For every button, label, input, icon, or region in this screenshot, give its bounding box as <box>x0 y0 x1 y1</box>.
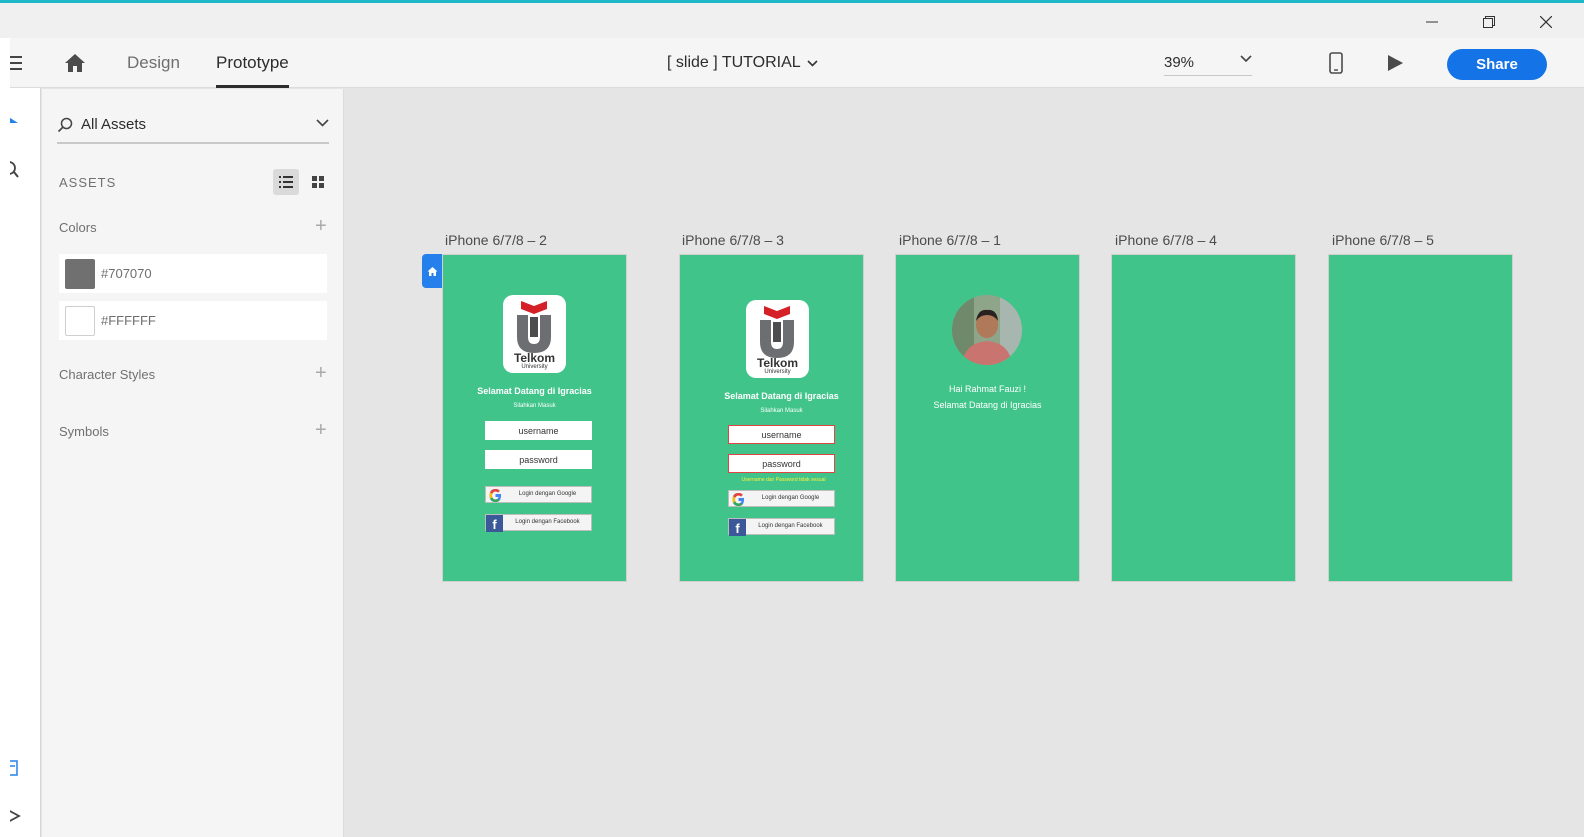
google-icon <box>489 489 502 502</box>
share-button[interactable]: Share <box>1447 49 1547 80</box>
username-field: username <box>728 425 835 444</box>
zoom-select[interactable]: 39% <box>1164 50 1252 76</box>
list-view-icon <box>279 176 293 188</box>
artboard-login[interactable]: Telkom University Selamat Datang di Igra… <box>443 255 626 581</box>
facebook-login-button: f Login dengan Facebook <box>485 514 592 532</box>
google-login-button: Login dengan Google <box>728 490 835 507</box>
username-field: username <box>485 421 592 440</box>
window-titlebar <box>0 0 1584 38</box>
select-arrow-icon <box>10 117 18 123</box>
assets-search-label: All Assets <box>81 116 147 133</box>
window-left-edge <box>0 38 10 837</box>
color-hex-label: #707070 <box>101 266 152 281</box>
facebook-icon: f <box>729 519 746 536</box>
greeting-text: Hai Rahmat Fauzi ! <box>948 384 1027 394</box>
password-field: password <box>728 454 835 473</box>
document-title-dropdown[interactable]: [ slide ] TUTORIAL <box>667 54 818 72</box>
artboard-label[interactable]: iPhone 6/7/8 – 2 <box>445 232 547 248</box>
google-icon <box>732 493 745 506</box>
color-asset-row[interactable]: #707070 <box>59 254 327 293</box>
artboard-label[interactable]: iPhone 6/7/8 – 1 <box>899 232 1001 248</box>
artboard-home[interactable]: Hai Rahmat Fauzi ! Selamat Datang di Igr… <box>896 255 1079 581</box>
artboard-empty[interactable] <box>1112 255 1295 581</box>
artboard-label[interactable]: iPhone 6/7/8 – 4 <box>1115 232 1217 248</box>
artboard-label[interactable]: iPhone 6/7/8 – 5 <box>1332 232 1434 248</box>
minimize-icon <box>1426 21 1438 23</box>
minimize-button[interactable] <box>1409 6 1455 38</box>
device-preview-icon[interactable] <box>1328 52 1344 74</box>
artboard-empty[interactable] <box>1329 255 1512 581</box>
facebook-login-label: Login dengan Facebook <box>515 519 580 525</box>
search-icon <box>57 117 73 133</box>
top-toolbar: Design Prototype [ slide ] TUTORIAL 39% … <box>10 38 1584 88</box>
add-symbol-button[interactable]: + <box>315 420 329 440</box>
grid-view-icon <box>312 176 324 188</box>
logo-subtext: University <box>521 364 548 370</box>
plugins-tool[interactable] <box>10 806 24 826</box>
google-login-button: Login dengan Google <box>485 486 592 503</box>
close-button[interactable] <box>1523 6 1569 38</box>
assets-panel: All Assets ASSETS Colors + #707070 #FFFF <box>42 89 344 837</box>
zoom-value: 39% <box>1164 54 1195 71</box>
assets-icon <box>10 760 18 776</box>
zoom-tool[interactable] <box>10 160 24 180</box>
document-title: [ slide ] TUTORIAL <box>667 54 801 71</box>
logo-text: Telkom <box>756 356 799 370</box>
logo-text: Telkom <box>513 351 556 365</box>
grid-view-button[interactable] <box>305 169 331 195</box>
error-message: Username dan Password tidak sesuai <box>741 477 826 483</box>
facebook-icon: f <box>486 515 503 532</box>
document-assets-tool[interactable] <box>10 758 24 778</box>
magnifier-icon <box>10 161 19 178</box>
assets-heading: ASSETS <box>59 175 117 190</box>
facebook-login-label: Login dengan Facebook <box>758 523 823 529</box>
home-icon <box>427 266 438 276</box>
color-asset-row[interactable]: #FFFFFF <box>59 301 327 340</box>
character-styles-section-label: Character Styles <box>59 367 156 382</box>
artboard-login-error[interactable]: Telkom University Selamat Datang di Igra… <box>680 255 863 581</box>
chevron-down-icon <box>807 59 818 67</box>
color-hex-label: #FFFFFF <box>101 313 156 328</box>
design-canvas[interactable]: iPhone 6/7/8 – 2 iPhone 6/7/8 – 3 iPhone… <box>345 89 1584 837</box>
close-icon <box>1540 16 1552 28</box>
home-welcome-text: Selamat Datang di Igracias <box>933 400 1042 410</box>
add-color-button[interactable]: + <box>315 216 329 236</box>
google-login-label: Login dengan Google <box>761 495 820 501</box>
chevron-down-icon <box>1240 55 1252 63</box>
profile-photo-icon <box>952 295 1022 365</box>
add-character-style-button[interactable]: + <box>315 363 329 383</box>
profile-photo <box>952 295 1022 365</box>
tab-design[interactable]: Design <box>127 53 180 88</box>
xd-app-window: Design Prototype [ slide ] TUTORIAL 39% … <box>0 0 1584 837</box>
chevron-down-icon <box>316 119 329 127</box>
tool-rail <box>10 88 41 837</box>
logo-subtext: University <box>764 369 791 375</box>
welcome-text: Selamat Datang di Igracias <box>477 386 592 396</box>
restore-icon <box>1483 16 1495 28</box>
tab-prototype[interactable]: Prototype <box>216 53 289 88</box>
hamburger-menu-icon[interactable] <box>10 55 22 71</box>
subtitle-text: Silahkan Masuk <box>760 408 803 414</box>
play-icon[interactable] <box>1386 54 1404 72</box>
color-swatch <box>65 306 95 336</box>
welcome-text: Selamat Datang di Igracias <box>724 391 839 401</box>
assets-search-field[interactable]: All Assets <box>57 107 329 144</box>
color-swatch <box>65 259 95 289</box>
subtitle-text: Silahkan Masuk <box>513 403 556 409</box>
facebook-login-button: f Login dengan Facebook <box>728 518 835 536</box>
home-icon[interactable] <box>64 52 86 74</box>
telkom-logo: Telkom University <box>746 300 809 378</box>
home-screen-flag[interactable] <box>422 254 443 288</box>
password-field: password <box>485 450 592 469</box>
list-view-button[interactable] <box>273 169 299 195</box>
google-login-label: Login dengan Google <box>518 491 577 497</box>
layers-icon <box>10 810 21 822</box>
symbols-section-label: Symbols <box>59 424 109 439</box>
artboard-label[interactable]: iPhone 6/7/8 – 3 <box>682 232 784 248</box>
restore-button[interactable] <box>1466 6 1512 38</box>
select-tool[interactable] <box>10 112 24 132</box>
telkom-logo: Telkom University <box>503 295 566 373</box>
colors-section-label: Colors <box>59 220 97 235</box>
